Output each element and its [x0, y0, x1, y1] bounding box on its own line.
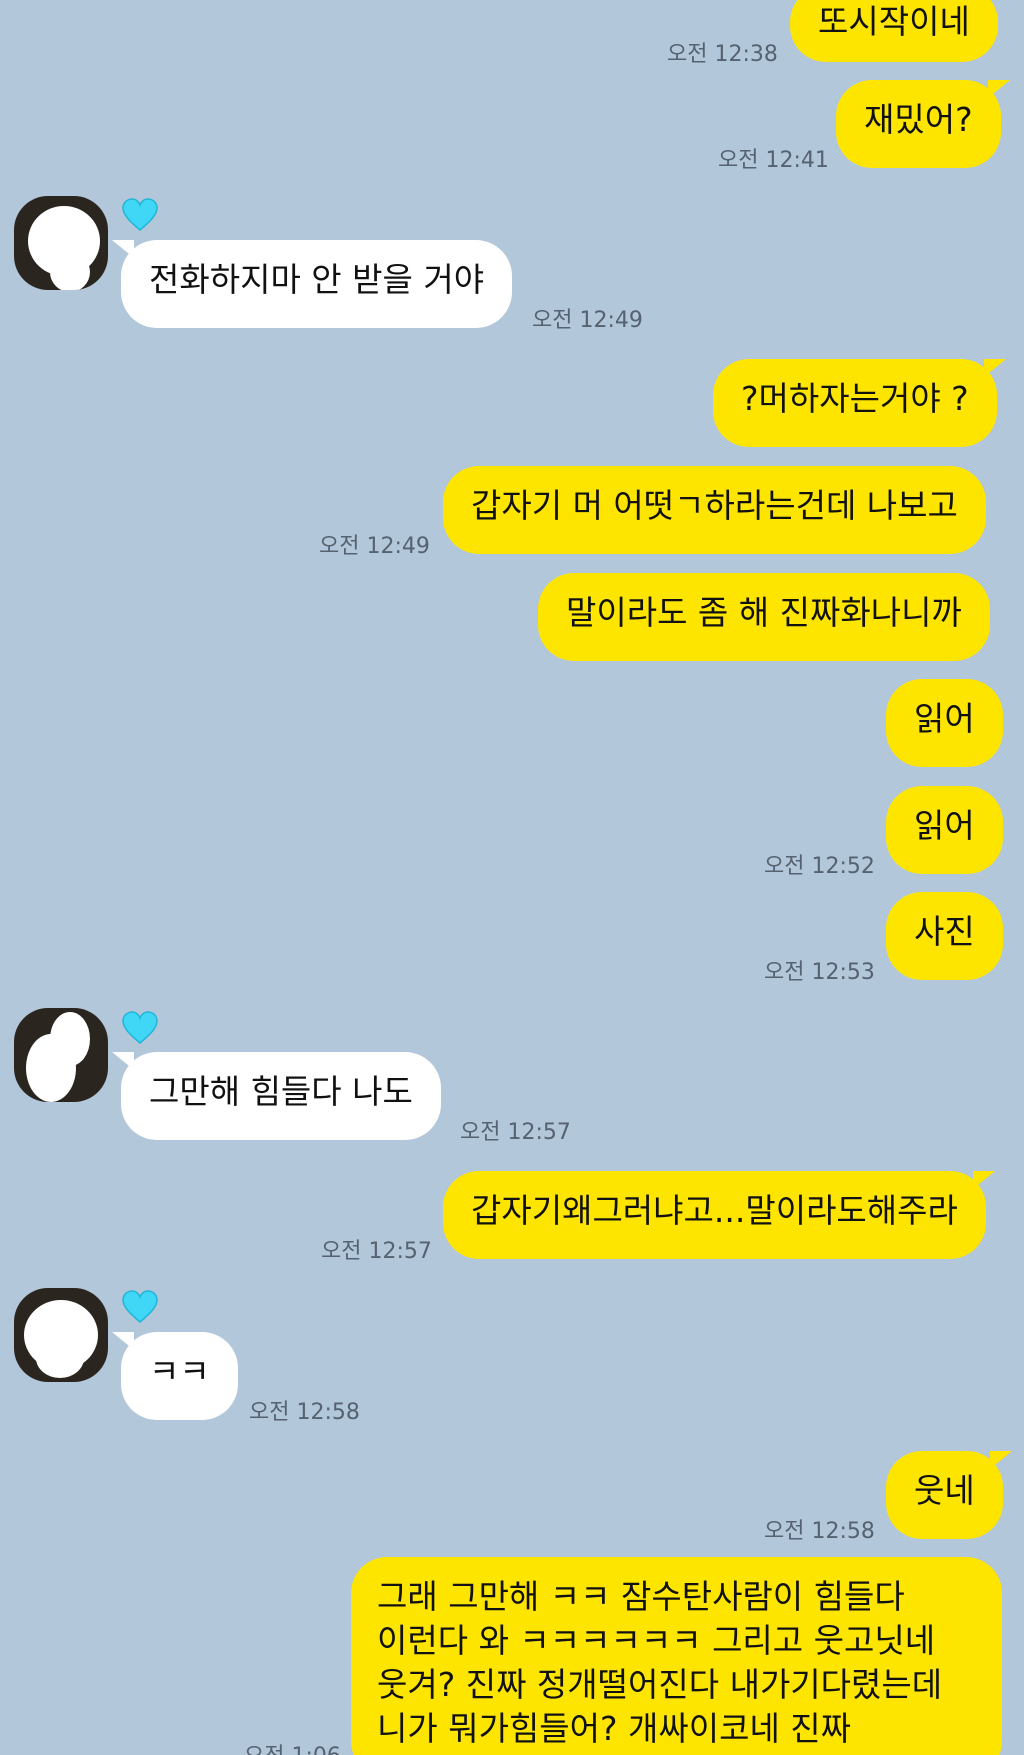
message-timestamp: 오전 12:52: [764, 854, 875, 879]
message-bubble-sent[interactable]: 말이라도 좀 해 진짜화나니까: [538, 573, 990, 661]
message-text: 갑자기왜그러냐고...말이라도해주라: [471, 1191, 958, 1230]
message-bubble-sent[interactable]: 읽어: [886, 679, 1003, 767]
message-bubble-sent[interactable]: 재밌어?: [836, 80, 1010, 168]
message-bubble-sent[interactable]: 또시작이네: [790, 0, 1007, 62]
message-text: 말이라도 좀 해 진짜화나니까: [566, 593, 962, 632]
profile-avatar[interactable]: [14, 196, 108, 290]
message-line: 니가 뭐가힘들어? 개싸이코네 진짜: [377, 1709, 852, 1748]
message-timestamp: 오전 12:38: [667, 42, 778, 67]
message-bubble-sent[interactable]: 갑자기 머 어떳ㄱ하라는건데 나보고: [443, 466, 986, 554]
message-text: 전화하지마 안 받을 거야: [149, 260, 485, 299]
message-bubble-received[interactable]: 전화하지마 안 받을 거야: [111, 240, 513, 328]
message-timestamp: 오전 12:58: [249, 1400, 360, 1425]
message-text: ?머하자는거야 ?: [741, 379, 969, 418]
message-bubble-sent[interactable]: 읽어: [886, 786, 1003, 874]
message-text: 사진: [914, 912, 975, 951]
message-timestamp: 오전 12:57: [460, 1120, 571, 1145]
message-timestamp: 오전 12:41: [718, 148, 829, 173]
message-bubble-received[interactable]: 그만해 힘들다 나도: [112, 1052, 441, 1140]
message-line: 이런다 와 ㅋㅋㅋㅋㅋㅋ 그리고 웃고닛네: [377, 1621, 936, 1660]
message-text: 읽어: [914, 699, 975, 738]
avatar-blur-mask: [50, 252, 90, 290]
message-timestamp: 오전 12:57: [321, 1239, 432, 1264]
message-text: 갑자기 머 어떳ㄱ하라는건데 나보고: [471, 486, 958, 525]
message-timestamp: 오전 12:53: [764, 960, 875, 985]
profile-avatar[interactable]: [14, 1288, 108, 1382]
message-line: 그래 그만해 ㅋㅋ 잠수탄사람이 힘들다: [377, 1577, 905, 1616]
message-timestamp: 오전 12:49: [319, 534, 430, 559]
message-timestamp: 오전 12:58: [764, 1519, 875, 1544]
message-bubble-sent[interactable]: 웃네: [886, 1451, 1012, 1539]
message-text: 또시작이네: [818, 2, 970, 41]
profile-avatar[interactable]: [14, 1008, 108, 1102]
heart-icon: [122, 198, 158, 231]
message-bubble-sent[interactable]: 갑자기왜그러냐고...말이라도해주라: [443, 1171, 995, 1259]
heart-icon: [122, 1011, 158, 1044]
message-bubble-sent[interactable]: 그래 그만해 ㅋㅋ 잠수탄사람이 힘들다 이런다 와 ㅋㅋㅋㅋㅋㅋ 그리고 웃고…: [351, 1557, 1002, 1755]
message-bubble-sent[interactable]: 사진: [886, 892, 1003, 980]
message-text: ㅋㅋ: [149, 1352, 210, 1391]
avatar-blur-mask: [50, 1012, 90, 1066]
avatar-blur-mask: [36, 1338, 84, 1378]
chat-screen[interactable]: { "messages": [ {"id": "m1", "text": "또시…: [0, 0, 1024, 1755]
heart-icon: [122, 1290, 158, 1323]
message-text: 그만해 힘들다 나도: [149, 1072, 413, 1111]
message-bubble-sent[interactable]: ?머하자는거야 ?: [713, 359, 1006, 447]
message-line: 웃겨? 진짜 정개떨어진다 내가기다렸는데: [377, 1665, 943, 1704]
message-text: 재밌어?: [864, 100, 973, 139]
message-bubble-received[interactable]: ㅋㅋ: [112, 1332, 238, 1420]
message-text: 웃네: [914, 1471, 975, 1510]
message-text: 읽어: [914, 806, 975, 845]
message-timestamp: 오전 1:06: [244, 1738, 341, 1755]
message-timestamp: 오전 12:49: [532, 308, 643, 333]
